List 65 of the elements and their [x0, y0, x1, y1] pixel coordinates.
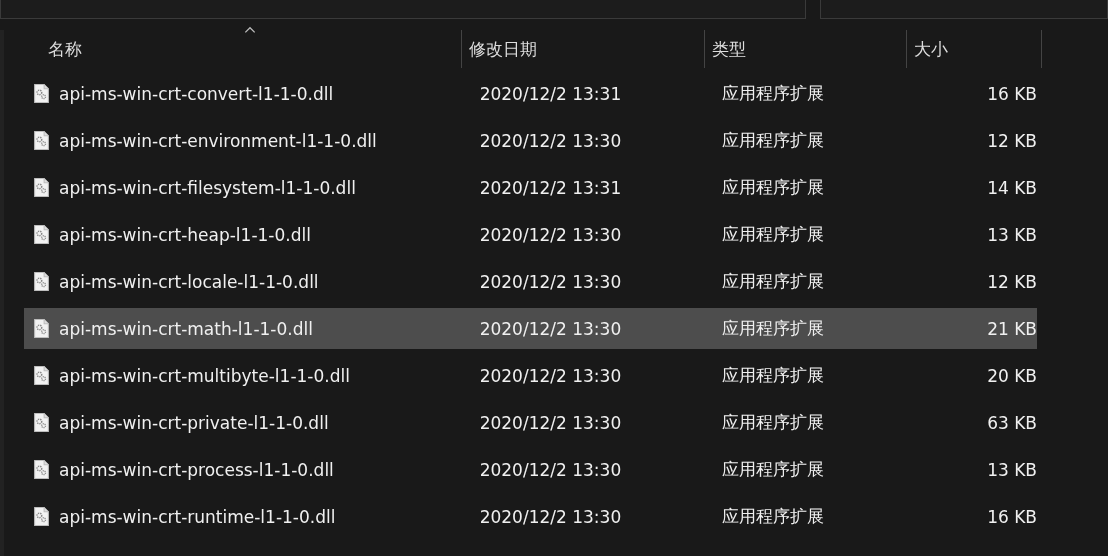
sort-caret-icon: [244, 26, 256, 33]
file-gear-icon: [34, 319, 49, 338]
file-gear-icon: [34, 178, 49, 197]
file-name: api-ms-win-crt-filesystem-l1-1-0.dll: [59, 177, 356, 198]
column-header[interactable]: 名称: [4, 30, 462, 68]
file-gear-icon: [34, 131, 49, 150]
file-name: api-ms-win-crt-locale-l1-1-0.dll: [59, 271, 319, 292]
file-row[interactable]: api-ms-win-crt-process-l1-1-0.dll 2020/12/2 13:30 应用程序扩展 13 KB: [24, 449, 1037, 490]
file-row[interactable]: api-ms-win-crt-private-l1-1-0.dll 2020/12/2 13:30 应用程序扩展 63 KB: [24, 402, 1037, 443]
file-size: 16 KB: [987, 506, 1037, 527]
file-name: api-ms-win-crt-private-l1-1-0.dll: [59, 412, 329, 433]
file-gear-icon: [34, 225, 49, 244]
file-type: 应用程序扩展: [721, 364, 825, 387]
modified-date: 2020/12/2 13:30: [479, 318, 623, 339]
file-type: 应用程序扩展: [721, 82, 825, 105]
file-row[interactable]: api-ms-win-crt-locale-l1-1-0.dll 2020/12/2 13:30 应用程序扩展 12 KB: [24, 261, 1037, 302]
file-name: api-ms-win-crt-environment-l1-1-0.dll: [59, 130, 377, 151]
file-type: 应用程序扩展: [721, 505, 825, 528]
modified-date: 2020/12/2 13:30: [479, 506, 623, 527]
file-type: 应用程序扩展: [721, 317, 825, 340]
file-size: 21 KB: [987, 318, 1037, 339]
file-type: 应用程序扩展: [721, 223, 825, 246]
file-type: 应用程序扩展: [721, 270, 825, 293]
file-type: 应用程序扩展: [721, 176, 825, 199]
file-name: api-ms-win-crt-runtime-l1-1-0.dll: [59, 506, 336, 527]
modified-date: 2020/12/2 13:30: [479, 412, 623, 433]
file-size: 63 KB: [987, 412, 1037, 433]
modified-date: 2020/12/2 13:31: [479, 83, 623, 104]
file-row[interactable]: api-ms-win-crt-multibyte-l1-1-0.dll 2020/12/2 13:30 应用程序扩展 20 KB: [24, 355, 1037, 396]
modified-date: 2020/12/2 13:30: [479, 271, 623, 292]
file-type: 应用程序扩展: [721, 129, 825, 152]
modified-date: 2020/12/2 13:30: [479, 365, 623, 386]
column-header[interactable]: 修改日期: [462, 30, 705, 68]
modified-date: 2020/12/2 13:30: [479, 130, 623, 151]
file-row[interactable]: api-ms-win-crt-math-l1-1-0.dll 2020/12/2 13:30 应用程序扩展 21 KB: [24, 308, 1037, 349]
file-type: 应用程序扩展: [721, 411, 825, 434]
file-size: 14 KB: [987, 177, 1037, 198]
modified-date: 2020/12/2 13:31: [479, 177, 623, 198]
modified-date: 2020/12/2 13:30: [479, 224, 623, 245]
column-header[interactable]: 类型: [705, 30, 907, 68]
file-size: 16 KB: [987, 83, 1037, 104]
file-row[interactable]: api-ms-win-crt-environment-l1-1-0.dll 2020/12/2 13:30 应用程序扩展 12 KB: [24, 120, 1037, 161]
column-header[interactable]: 大小: [907, 30, 1042, 68]
file-size: 12 KB: [987, 271, 1037, 292]
file-gear-icon: [34, 460, 49, 479]
file-size: 13 KB: [987, 459, 1037, 480]
file-type: 应用程序扩展: [721, 458, 825, 481]
file-gear-icon: [34, 84, 49, 103]
file-gear-icon: [34, 366, 49, 385]
file-row[interactable]: api-ms-win-crt-heap-l1-1-0.dll 2020/12/2 13:30 应用程序扩展 13 KB: [24, 214, 1037, 255]
file-row[interactable]: api-ms-win-crt-convert-l1-1-0.dll 2020/12/2 13:31 应用程序扩展 16 KB: [24, 73, 1037, 114]
file-name: api-ms-win-crt-multibyte-l1-1-0.dll: [59, 365, 350, 386]
file-gear-icon: [34, 413, 49, 432]
file-name: api-ms-win-crt-convert-l1-1-0.dll: [59, 83, 334, 104]
modified-date: 2020/12/2 13:30: [479, 459, 623, 480]
file-size: 12 KB: [987, 130, 1037, 151]
file-gear-icon: [34, 507, 49, 526]
file-name: api-ms-win-crt-math-l1-1-0.dll: [59, 318, 313, 339]
file-row[interactable]: api-ms-win-crt-filesystem-l1-1-0.dll 2020/12/2 13:31 应用程序扩展 14 KB: [24, 167, 1037, 208]
file-name: api-ms-win-crt-process-l1-1-0.dll: [59, 459, 334, 480]
file-size: 13 KB: [987, 224, 1037, 245]
file-row[interactable]: api-ms-win-crt-runtime-l1-1-0.dll 2020/12/2 13:30 应用程序扩展 16 KB: [24, 496, 1037, 537]
file-size: 20 KB: [987, 365, 1037, 386]
file-gear-icon: [34, 272, 49, 291]
file-name: api-ms-win-crt-heap-l1-1-0.dll: [59, 224, 311, 245]
